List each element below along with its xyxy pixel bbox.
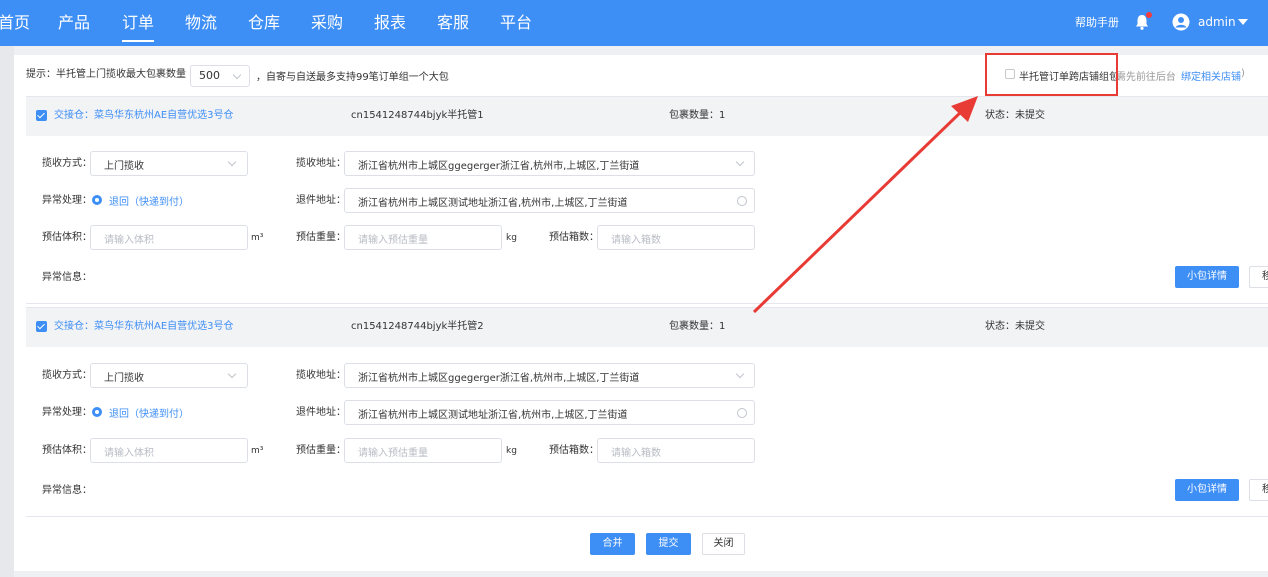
bind-store-link[interactable]: 绑定相关店铺	[1181, 68, 1241, 83]
pickup-method-select[interactable]: 上门揽收	[90, 363, 248, 388]
remove-button[interactable]: 移	[1249, 479, 1268, 501]
volume-unit: m³	[251, 446, 264, 456]
chevron-down-icon	[735, 157, 745, 167]
weight-unit: kg	[506, 446, 517, 456]
pickup-address-select[interactable]: 浙江省杭州市上城区ggegerger浙江省,杭州市,上城区,丁兰街道	[344, 151, 755, 176]
chevron-down-icon	[735, 369, 745, 379]
tip-text: 提示：半托管上门揽收最大包裹数量	[26, 69, 186, 80]
nav-reports[interactable]: 报表	[374, 11, 406, 35]
weight-placeholder: 请输入预估重量	[358, 448, 428, 459]
return-address-label: 退件地址：	[296, 407, 346, 418]
pickup-address-value: 浙江省杭州市上城区ggegerger浙江省,杭州市,上城区,丁兰街道	[358, 161, 640, 172]
pickup-method-label: 揽收方式：	[42, 370, 92, 381]
warehouse-label: 交接仓：菜鸟华东杭州AE自营优选3号仓	[54, 110, 234, 121]
notification-dot	[1146, 12, 1152, 18]
order-block-checkbox[interactable]	[36, 321, 47, 332]
weight-label: 预估重量：	[296, 232, 346, 243]
user-dropdown-icon[interactable]	[1238, 19, 1248, 25]
volume-input[interactable]: 请输入体积	[90, 438, 248, 463]
chevron-down-icon	[227, 369, 237, 379]
chevron-down-icon	[227, 157, 237, 167]
cross-store-hint-close: )	[1241, 68, 1245, 79]
pickup-address-value: 浙江省杭州市上城区ggegerger浙江省,杭州市,上城区,丁兰街道	[358, 373, 640, 384]
package-detail-button[interactable]: 小包详情	[1175, 479, 1239, 501]
block-divider	[26, 303, 1268, 304]
return-address-select[interactable]: 浙江省杭州市上城区测试地址浙江省,杭州市,上城区,丁兰街道	[344, 188, 755, 213]
username[interactable]: admin	[1198, 13, 1236, 31]
volume-label: 预估体积：	[42, 232, 92, 243]
merge-button[interactable]: 合并	[590, 533, 635, 555]
weight-unit: kg	[506, 233, 517, 243]
boxes-placeholder: 请输入箱数	[611, 235, 661, 246]
pickup-method-value: 上门揽收	[104, 373, 144, 384]
clear-icon[interactable]	[737, 408, 747, 418]
clear-icon[interactable]	[737, 196, 747, 206]
return-option-label[interactable]: 退回（快递到付）	[109, 193, 189, 208]
volume-placeholder: 请输入体积	[104, 448, 154, 459]
nav-warehouse[interactable]: 仓库	[248, 11, 280, 35]
sidebar-edge	[0, 46, 14, 577]
pickup-method-select[interactable]: 上门揽收	[90, 151, 248, 176]
return-address-label: 退件地址：	[296, 195, 346, 206]
pickup-address-select[interactable]: 浙江省杭州市上城区ggegerger浙江省,杭州市,上城区,丁兰街道	[344, 363, 755, 388]
boxes-label: 预估箱数：	[549, 445, 599, 456]
cross-store-hint: (需先前往后台	[1112, 72, 1176, 83]
max-package-value: 500	[199, 69, 220, 82]
pickup-method-value: 上门揽收	[104, 161, 144, 172]
nav-orders[interactable]: 订单	[122, 11, 155, 42]
status-label: 状态：未提交	[985, 321, 1045, 332]
nav-platform[interactable]: 平台	[500, 11, 532, 35]
nav-home[interactable]: 首页	[0, 11, 30, 35]
pickup-address-label: 揽收地址：	[296, 370, 346, 381]
pickup-address-label: 揽收地址：	[296, 158, 346, 169]
error-info-label: 异常信息：	[42, 485, 92, 496]
annotation-highlight-box	[985, 53, 1118, 96]
block-divider	[26, 516, 1268, 517]
order-block-checkbox[interactable]	[36, 110, 47, 121]
user-avatar-icon[interactable]	[1172, 13, 1190, 31]
weight-label: 预估重量：	[296, 445, 346, 456]
nav-purchase[interactable]: 采购	[311, 11, 343, 35]
package-detail-button[interactable]: 小包详情	[1175, 266, 1239, 288]
nav-logistics[interactable]: 物流	[185, 11, 217, 35]
return-address-value: 浙江省杭州市上城区测试地址浙江省,杭州市,上城区,丁兰街道	[358, 410, 628, 421]
top-navbar: 首页 产品 订单 物流 仓库 采购 报表 客服 平台 帮助手册 admin	[0, 0, 1268, 46]
order-number: cn1541248744bjyk半托管1	[351, 110, 484, 121]
pickup-method-label: 揽收方式：	[42, 158, 92, 169]
return-radio[interactable]	[92, 407, 102, 417]
exception-label: 异常处理：	[42, 407, 92, 418]
return-option-label[interactable]: 退回（快递到付）	[109, 405, 189, 420]
weight-input[interactable]: 请输入预估重量	[344, 438, 502, 463]
help-manual-link[interactable]: 帮助手册	[1075, 14, 1119, 32]
remove-button[interactable]: 移	[1249, 266, 1268, 288]
warehouse-label: 交接仓：菜鸟华东杭州AE自营优选3号仓	[54, 321, 234, 332]
chevron-down-icon	[232, 70, 242, 80]
return-address-value: 浙江省杭州市上城区测试地址浙江省,杭州市,上城区,丁兰街道	[358, 198, 628, 209]
error-info-label: 异常信息：	[42, 272, 92, 283]
status-label: 状态：未提交	[985, 110, 1045, 121]
volume-input[interactable]: 请输入体积	[90, 225, 248, 250]
order-number: cn1541248744bjyk半托管2	[351, 321, 484, 332]
package-count: 包裹数量：1	[669, 321, 726, 332]
max-package-select[interactable]: 500	[190, 65, 250, 87]
boxes-placeholder: 请输入箱数	[611, 448, 661, 459]
weight-input[interactable]: 请输入预估重量	[344, 225, 502, 250]
boxes-input[interactable]: 请输入箱数	[597, 225, 755, 250]
nav-products[interactable]: 产品	[58, 11, 90, 35]
return-radio[interactable]	[92, 195, 102, 205]
boxes-input[interactable]: 请输入箱数	[597, 438, 755, 463]
volume-placeholder: 请输入体积	[104, 235, 154, 246]
tip-suffix: ，自寄与自送最多支持99笔订单组一个大包	[256, 72, 449, 83]
volume-unit: m³	[251, 233, 264, 243]
close-button[interactable]: 关闭	[702, 533, 745, 555]
submit-button[interactable]: 提交	[646, 533, 691, 555]
volume-label: 预估体积：	[42, 445, 92, 456]
boxes-label: 预估箱数：	[549, 232, 599, 243]
exception-label: 异常处理：	[42, 195, 92, 206]
package-count: 包裹数量：1	[669, 110, 726, 121]
return-address-select[interactable]: 浙江省杭州市上城区测试地址浙江省,杭州市,上城区,丁兰街道	[344, 400, 755, 425]
nav-service[interactable]: 客服	[437, 11, 469, 35]
weight-placeholder: 请输入预估重量	[358, 235, 428, 246]
